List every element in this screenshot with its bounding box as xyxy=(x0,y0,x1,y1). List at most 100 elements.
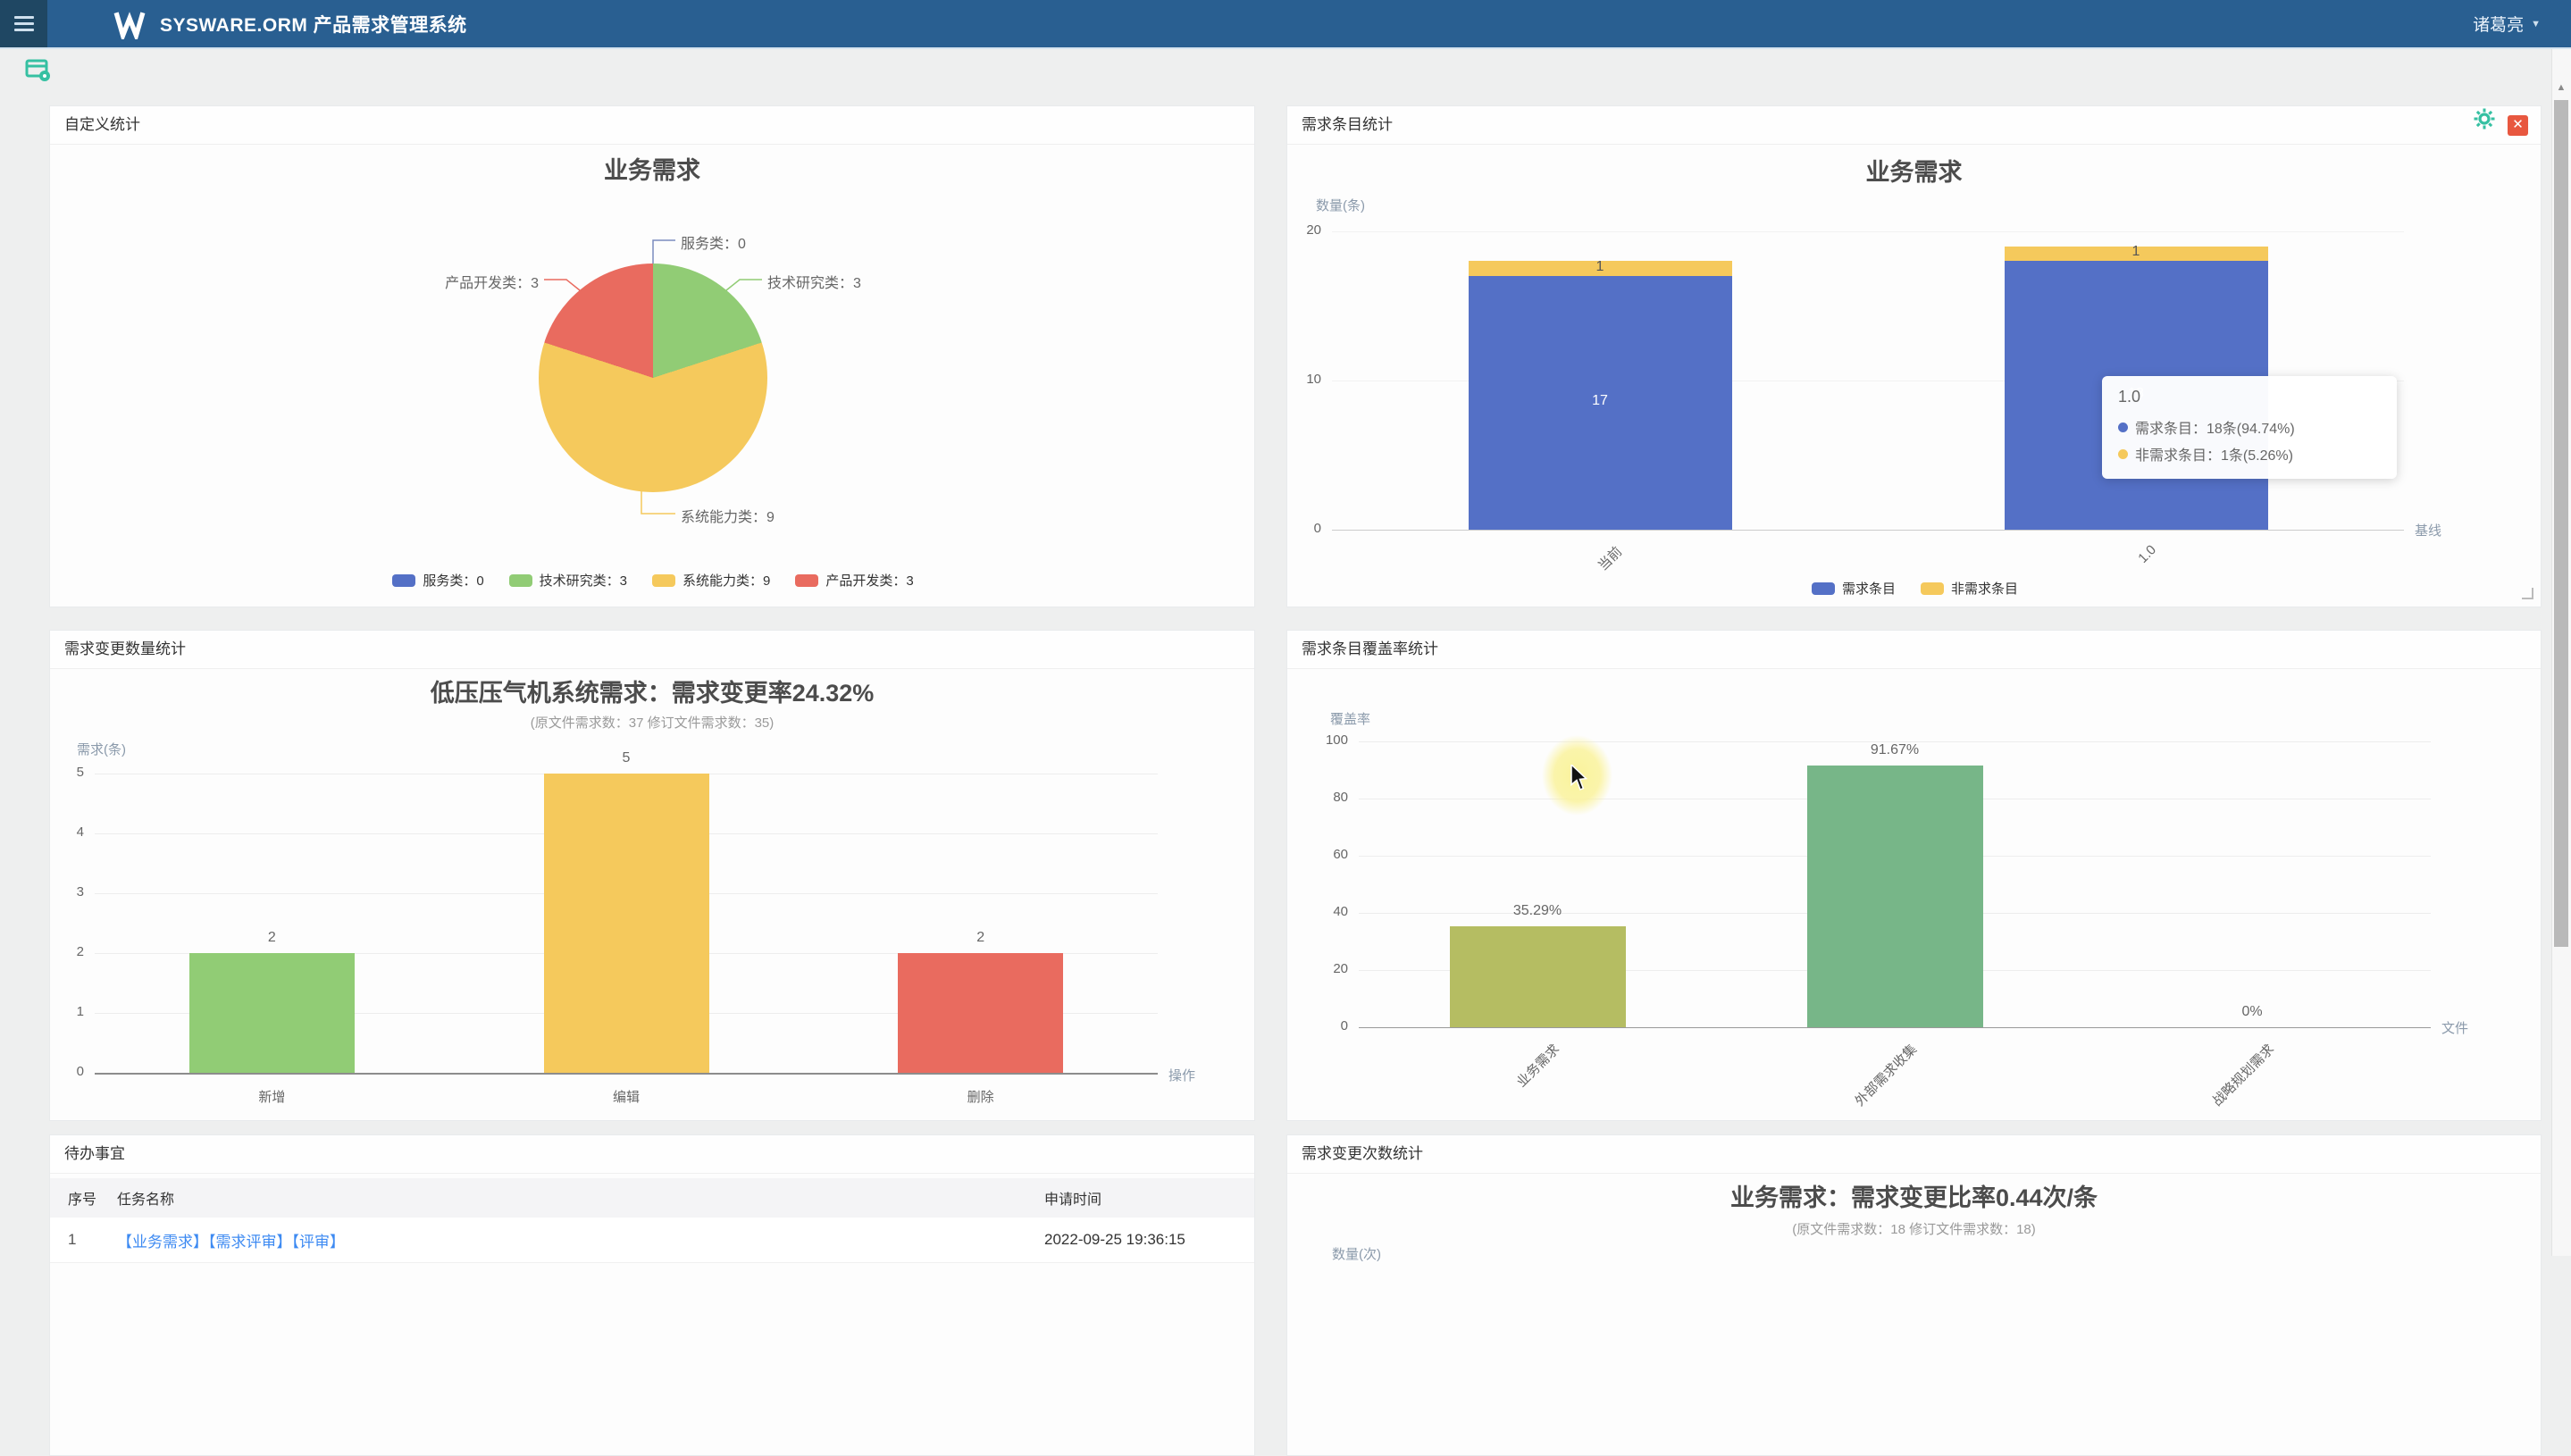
col-header-no: 序号 xyxy=(50,1187,117,1209)
task-link[interactable]: 【业务需求】【需求评审】【评审】 xyxy=(117,1234,345,1251)
top-navbar: SYSWARE.ORM 产品需求管理系统 诸葛亮 ▼ xyxy=(0,0,2571,49)
legend-item: 需求条目：18条(94.74%) xyxy=(2118,416,2381,438)
row-time: 2022-09-25 19:36:15 xyxy=(1044,1231,1254,1249)
y-tick-label: 5 xyxy=(39,765,84,780)
bar-chart-title: 业务需求：需求变更比率0.44次/条 xyxy=(1287,1178,2541,1213)
chevron-down-icon: ▼ xyxy=(2531,19,2541,29)
y-tick-label: 0 xyxy=(39,1064,84,1079)
value-label: 2 xyxy=(909,930,1052,946)
legend-swatch xyxy=(795,574,818,587)
table-row: 1 【业务需求】【需求评审】【评审】 2022-09-25 19:36:15 xyxy=(50,1218,1254,1263)
legend-item[interactable]: 产品开发类：3 xyxy=(795,571,913,590)
legend-label: 服务类：0 xyxy=(423,571,483,590)
legend-label: 非需求条目：1条(5.26%) xyxy=(2135,443,2293,464)
x-axis-line xyxy=(95,1073,1158,1075)
legend-item[interactable]: 非需求条目 xyxy=(1921,579,2018,598)
value-label: 35.29% xyxy=(1466,903,1609,919)
app-logo-icon xyxy=(112,9,147,39)
legend-item[interactable]: 需求条目 xyxy=(1812,579,1896,598)
mouse-cursor-icon xyxy=(1570,765,1589,796)
bar[interactable] xyxy=(898,953,1063,1073)
x-category-label: 新增 xyxy=(173,1087,370,1106)
y-tick-label: 60 xyxy=(1303,847,1348,862)
legend-swatch xyxy=(652,574,675,587)
y-tick-label: 100 xyxy=(1303,732,1348,748)
pie-chart[interactable] xyxy=(539,264,767,492)
x-axis-name: 操作 xyxy=(1168,1066,1195,1084)
y-tick-label: 0 xyxy=(1303,1018,1348,1033)
row-task: 【业务需求】【需求评审】【评审】 xyxy=(117,1229,1044,1251)
legend-swatch xyxy=(2118,423,2128,432)
hamburger-menu-icon[interactable] xyxy=(0,0,47,47)
value-label: 1 xyxy=(2082,244,2190,260)
bar-chart-subtitle: (原文件需求数：18 修订文件需求数：18) xyxy=(1287,1219,2541,1238)
legend-label: 技术研究类：3 xyxy=(540,571,627,590)
scrollbar-thumb[interactable] xyxy=(2554,100,2568,947)
panel-custom-stats: 自定义统计 业务需求 服务类：0 技术研究类：3 产品开发类：3 系统能力类：9… xyxy=(49,105,1255,607)
col-header-task: 任务名称 xyxy=(117,1187,1044,1209)
pie-label-left: 产品开发类：3 xyxy=(360,271,539,292)
legend-item[interactable]: 技术研究类：3 xyxy=(509,571,627,590)
y-tick-label: 1 xyxy=(39,1004,84,1019)
tooltip-rows: 需求条目：18条(94.74%) 非需求条目：1条(5.26%) xyxy=(2118,414,2381,467)
legend-item: 非需求条目：1条(5.26%) xyxy=(2118,443,2381,464)
pie-label-top: 服务类：0 xyxy=(681,231,746,253)
panel-header: 需求变更次数统计 xyxy=(1287,1135,2541,1174)
panel-item-stats: 需求条目统计 ✕ 业务需求 数量(条) 01020171当前1811.0 基线 … xyxy=(1286,105,2542,607)
panel-header: 待办事宜 xyxy=(50,1135,1254,1174)
user-name: 诸葛亮 xyxy=(2473,12,2524,36)
user-menu[interactable]: 诸葛亮 ▼ xyxy=(2473,0,2541,47)
pie-chart-title: 业务需求 xyxy=(50,151,1254,186)
value-label: 91.67% xyxy=(1823,742,1966,758)
bar[interactable] xyxy=(1807,766,1983,1027)
value-label: 0% xyxy=(2181,1004,2324,1020)
panel-title: 待办事宜 xyxy=(64,1145,125,1162)
value-label: 1 xyxy=(1546,259,1654,275)
legend-swatch xyxy=(1812,582,1835,595)
bar[interactable] xyxy=(544,774,709,1073)
scroll-up-icon[interactable]: ▲ xyxy=(2551,82,2571,93)
x-axis-name: 文件 xyxy=(2441,1018,2468,1037)
pie-legend: 服务类：0 技术研究类：3 系统能力类：9 产品开发类：3 xyxy=(50,571,1256,590)
bar[interactable] xyxy=(1450,926,1626,1027)
app-title: SYSWARE.ORM 产品需求管理系统 xyxy=(160,11,467,38)
x-axis-line xyxy=(1359,1027,2431,1028)
panel-header: 自定义统计 xyxy=(50,106,1254,145)
y-tick-label: 20 xyxy=(1277,222,1321,238)
legend-item[interactable]: 系统能力类：9 xyxy=(652,571,770,590)
gridline xyxy=(1332,231,2404,232)
value-label: 17 xyxy=(1546,393,1654,409)
add-widget-button[interactable] xyxy=(25,57,52,84)
panel-change-count: 需求变更数量统计 低压压气机系统需求：需求变更率24.32% (原文件需求数：3… xyxy=(49,630,1255,1121)
legend-label: 系统能力类：9 xyxy=(683,571,770,590)
legend-label: 需求条目 xyxy=(1842,579,1896,598)
legend-swatch xyxy=(2118,449,2128,459)
panel-resize-handle[interactable] xyxy=(2522,588,2533,599)
y-tick-label: 4 xyxy=(39,824,84,840)
x-axis-line xyxy=(1332,530,2404,531)
y-tick-label: 0 xyxy=(1277,521,1321,536)
legend-item[interactable]: 服务类：0 xyxy=(392,571,483,590)
x-category-label: 删除 xyxy=(883,1087,1079,1106)
tooltip-title: 1.0 xyxy=(2118,388,2381,406)
coverage-bar-chart: 02040608010035.29%业务需求91.67%外部需求收集0%战略规划… xyxy=(1287,631,2542,1122)
y-tick-label: 40 xyxy=(1303,904,1348,919)
panel-title: 需求变更次数统计 xyxy=(1302,1145,1423,1162)
bar-chart: 0123452新增5编辑2删除 xyxy=(50,631,1256,1122)
legend-swatch xyxy=(392,574,415,587)
stacked-bar-chart: 01020171当前1811.0 xyxy=(1287,106,2542,608)
col-header-time: 申请时间 xyxy=(1044,1187,1254,1209)
bar-legend: 需求条目 非需求条目 xyxy=(1287,579,2542,598)
chart-tooltip: 1.0 需求条目：18条(94.74%) 非需求条目：1条(5.26%) xyxy=(2102,376,2397,479)
y-tick-label: 3 xyxy=(39,884,84,900)
pie-label-bottom: 系统能力类：9 xyxy=(681,505,775,526)
y-tick-label: 80 xyxy=(1303,790,1348,805)
bar[interactable] xyxy=(189,953,355,1073)
legend-swatch xyxy=(509,574,532,587)
pie-label-right: 技术研究类：3 xyxy=(767,271,861,292)
legend-swatch xyxy=(1921,582,1944,595)
value-label: 2 xyxy=(200,930,343,946)
panel-todo: 待办事宜 序号 任务名称 申请时间 1 【业务需求】【需求评审】【评审】 202… xyxy=(49,1134,1255,1456)
y-tick-label: 2 xyxy=(39,944,84,959)
y-tick-label: 20 xyxy=(1303,961,1348,976)
